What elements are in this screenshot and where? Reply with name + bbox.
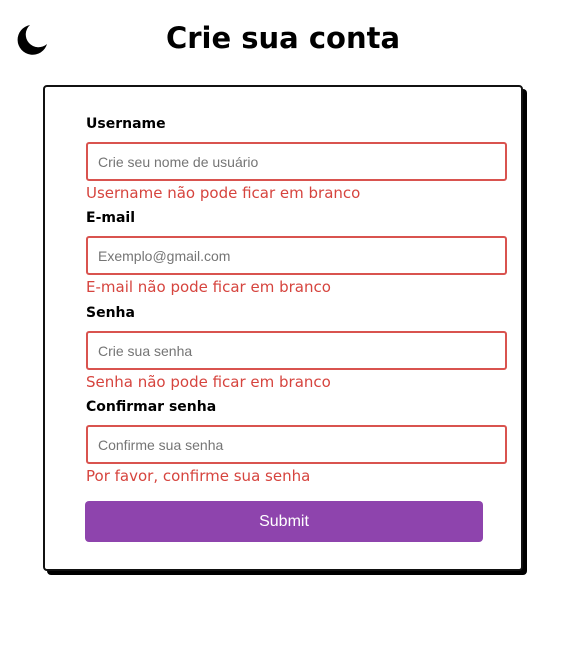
confirm-password-field-group: Confirmar senha Por favor, confirme sua … bbox=[86, 398, 508, 486]
submit-button[interactable]: Submit bbox=[85, 501, 483, 542]
email-input[interactable] bbox=[86, 236, 507, 275]
email-label: E-mail bbox=[86, 210, 136, 226]
signup-page: Crie sua conta Username Username não pod… bbox=[0, 0, 566, 652]
password-input[interactable] bbox=[86, 331, 507, 370]
email-error: E-mail não pode ficar em branco bbox=[86, 278, 331, 296]
password-error: Senha não pode ficar em branco bbox=[86, 373, 331, 391]
password-field-group: Senha Senha não pode ficar em branco bbox=[86, 304, 508, 392]
username-field-group: Username Username não pode ficar em bran… bbox=[86, 115, 508, 203]
confirm-password-error: Por favor, confirme sua senha bbox=[86, 467, 311, 485]
username-input[interactable] bbox=[86, 142, 507, 181]
username-label: Username bbox=[86, 116, 166, 132]
password-label: Senha bbox=[86, 305, 135, 321]
username-error: Username não pode ficar em branco bbox=[86, 184, 361, 202]
email-field-group: E-mail E-mail não pode ficar em branco bbox=[86, 209, 508, 297]
confirm-password-label: Confirmar senha bbox=[86, 399, 217, 415]
confirm-password-input[interactable] bbox=[86, 425, 507, 464]
page-title: Crie sua conta bbox=[165, 21, 401, 55]
signup-form: Username Username não pode ficar em bran… bbox=[43, 85, 523, 571]
